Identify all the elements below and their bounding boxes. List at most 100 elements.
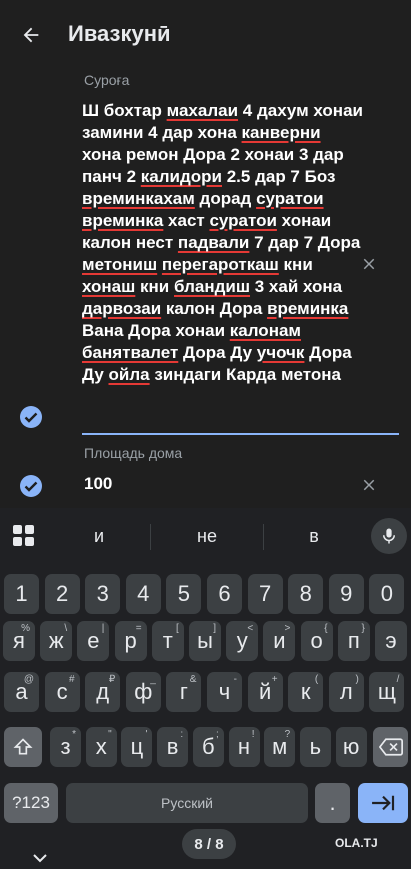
key-alt-label: ]	[213, 623, 216, 634]
key-н[interactable]: н!	[228, 727, 260, 767]
key-с[interactable]: с #	[44, 672, 80, 712]
key-alt-label: -	[233, 674, 237, 685]
key-у[interactable]: у <	[226, 621, 259, 661]
key-5[interactable]: 5	[166, 574, 202, 614]
address-input[interactable]: Ш бохтар махалаи 4 дахум хонаи замини 4 …	[82, 100, 364, 386]
key-1[interactable]: 1	[4, 574, 39, 614]
apps-grid-icon[interactable]	[13, 525, 35, 547]
misspelled-word: ойла	[108, 365, 150, 384]
key-ы[interactable]: ы]	[189, 621, 221, 661]
key-7[interactable]: 7	[247, 574, 283, 614]
key-label: л	[339, 679, 353, 704]
key-ц[interactable]: ц '	[121, 727, 153, 767]
misspelled-word: калидори	[140, 167, 222, 186]
key-label: ч	[218, 679, 231, 704]
key-8[interactable]: 8	[288, 574, 324, 614]
address-clear-button[interactable]	[355, 250, 383, 278]
key-ь[interactable]: ь	[299, 727, 331, 767]
period-key[interactable]: .	[315, 783, 350, 823]
page-indicator: 8 / 8	[182, 829, 236, 859]
mic-button[interactable]	[371, 518, 407, 554]
text-segment: кни	[278, 255, 313, 274]
suggestion-1[interactable]: и	[59, 526, 139, 547]
key-label: н	[237, 734, 251, 759]
key-б[interactable]: б;	[192, 727, 224, 767]
symbols-key[interactable]: ?123	[4, 783, 58, 823]
key-label: е	[87, 628, 100, 653]
key-alt-label: +	[271, 674, 278, 685]
suggestion-3[interactable]: в	[274, 526, 354, 547]
key-ф[interactable]: ф _	[125, 672, 161, 712]
key-к[interactable]: к(	[288, 672, 324, 712]
key-alt-label: )	[355, 674, 359, 685]
back-button[interactable]	[14, 18, 48, 52]
key-т[interactable]: т[	[151, 621, 184, 661]
key-ж[interactable]: ж \	[40, 621, 73, 661]
key-label: г	[179, 679, 188, 704]
key-в[interactable]: в:	[157, 727, 189, 767]
text-segment: кни	[135, 277, 174, 296]
misspelled-word: суратои	[209, 211, 277, 230]
key-alt-label: !	[251, 729, 255, 740]
shift-key[interactable]	[4, 727, 42, 767]
key-и[interactable]: и >	[263, 621, 296, 661]
key-э[interactable]: э	[375, 621, 407, 661]
key-alt-label: [	[176, 623, 179, 634]
key-alt-label: *	[72, 729, 76, 740]
key-ю[interactable]: ю	[335, 727, 367, 767]
key-label: 4	[137, 581, 150, 606]
key-е[interactable]: е |	[77, 621, 110, 661]
key-0[interactable]: 0	[369, 574, 405, 614]
key-3[interactable]: 3	[85, 574, 121, 614]
backspace-key[interactable]	[373, 727, 408, 767]
key-alt-label: >	[284, 623, 291, 634]
key-г[interactable]: г &	[166, 672, 202, 712]
key-alt-label: ₽	[108, 674, 116, 685]
check-circle-icon	[20, 475, 42, 497]
key-х[interactable]: х "	[85, 727, 117, 767]
misspelled-word: времинкахам	[82, 189, 195, 208]
suggestion-divider	[263, 524, 264, 550]
key-о[interactable]: о{	[300, 621, 333, 661]
key-label: п	[347, 628, 360, 653]
key-label: 1	[15, 581, 28, 606]
key-9[interactable]: 9	[328, 574, 364, 614]
key-alt-label: <	[247, 623, 254, 634]
area-clear-button[interactable]	[355, 471, 383, 499]
key-ч[interactable]: ч-	[207, 672, 242, 712]
key-label: Русский	[161, 795, 213, 811]
misspelled-word: времинка	[267, 299, 349, 318]
misspelled-word: учочк	[256, 343, 305, 362]
key-alt-label: {	[324, 623, 328, 634]
key-м[interactable]: м?	[264, 727, 296, 767]
key-2[interactable]: 2	[44, 574, 80, 614]
key-label: ж	[48, 628, 64, 653]
arrow-back-icon	[23, 27, 39, 43]
key-а[interactable]: а @	[4, 672, 39, 712]
area-input[interactable]: 100	[84, 474, 112, 494]
key-4[interactable]: 4	[125, 574, 161, 614]
misspelled-word: бландиш	[174, 277, 251, 296]
misspelled-word: времинка	[82, 211, 164, 230]
key-з[interactable]: з *	[50, 727, 81, 767]
key-п[interactable]: п}	[337, 621, 370, 661]
key-й[interactable]: й +	[247, 672, 283, 712]
key-я[interactable]: я%	[3, 621, 35, 661]
close-icon	[363, 479, 375, 491]
space-key[interactable]: Русский	[66, 783, 308, 823]
key-д[interactable]: д ₽	[85, 672, 121, 712]
shift-icon	[13, 738, 33, 755]
key-р[interactable]: р =	[114, 621, 147, 661]
key-щ[interactable]: щ /	[369, 672, 405, 712]
mic-icon	[383, 528, 395, 544]
key-label: ь	[309, 734, 322, 759]
key-label: 5	[177, 581, 191, 606]
text-segment: 2.5 дар 7 Боз	[222, 167, 336, 186]
suggestion-2[interactable]: не	[167, 526, 247, 547]
enter-key[interactable]	[358, 783, 408, 823]
misspelled-word: калонам	[229, 321, 301, 340]
chevron-down-icon[interactable]	[30, 851, 50, 867]
key-л[interactable]: л)	[328, 672, 364, 712]
text-segment: Ш бохтар	[82, 101, 167, 120]
key-6[interactable]: 6	[207, 574, 242, 614]
